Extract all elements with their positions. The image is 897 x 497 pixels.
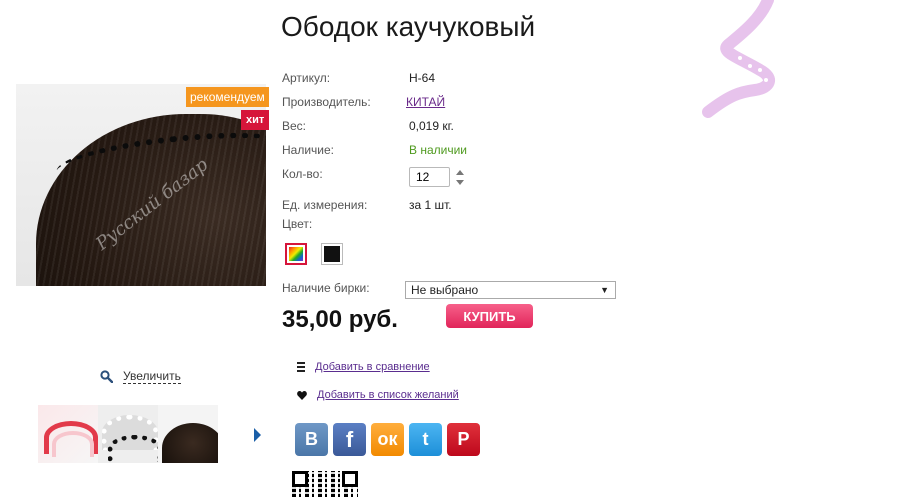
wishlist-action[interactable]: Добавить в список желаний: [297, 389, 459, 401]
thumbnail-3[interactable]: [158, 405, 218, 463]
manufacturer-label: Производитель:: [282, 95, 371, 109]
color-swatch-black[interactable]: [321, 243, 343, 265]
qr-corner-right: [342, 471, 358, 487]
availability-value: В наличии: [409, 143, 468, 157]
thumbnail-headband-black: [108, 435, 158, 462]
weight-label: Вес:: [282, 119, 307, 133]
recommend-badge: рекомендуем: [186, 87, 269, 107]
tag-label: Наличие бирки:: [282, 281, 370, 295]
product-title: Ободок каучуковый: [281, 11, 536, 42]
black-swatch-fill: [324, 246, 340, 262]
quantity-increase-icon[interactable]: [456, 170, 464, 175]
unit-value: за 1 шт.: [409, 198, 452, 212]
thumbnail-1[interactable]: [38, 405, 98, 463]
pinterest-share-icon[interactable]: P: [447, 423, 480, 456]
color-label: Цвет:: [282, 217, 313, 231]
odnoklassniki-share-icon[interactable]: ок: [371, 423, 404, 456]
dropdown-arrow-icon: ▼: [600, 285, 609, 295]
quantity-input[interactable]: [409, 167, 450, 187]
twitter-share-icon[interactable]: t: [409, 423, 442, 456]
compare-link[interactable]: Добавить в сравнение: [315, 361, 430, 373]
availability-label: Наличие:: [282, 143, 335, 157]
magnifier-icon: [100, 370, 113, 383]
ribbon-decoration: [702, 0, 775, 118]
thumbnails-next-arrow-icon[interactable]: [254, 428, 261, 442]
sku-value: H-64: [409, 71, 436, 85]
price: 35,00 руб.: [282, 306, 398, 333]
weight-value: 0,019 кг.: [409, 119, 454, 133]
tag-select[interactable]: Не выбрано ▼: [405, 281, 616, 299]
multicolor-swatch-fill: [289, 247, 303, 261]
qr-code: [292, 471, 358, 497]
qr-corner-left: [292, 471, 308, 487]
color-swatch-multicolor[interactable]: [285, 243, 307, 265]
product-main-image[interactable]: Русский базар: [16, 84, 266, 286]
quantity-label: Кол-во:: [282, 167, 323, 181]
compare-action[interactable]: Добавить в сравнение: [297, 361, 430, 373]
thumbnail-headband-pink: [52, 431, 94, 457]
vk-share-icon[interactable]: В: [295, 423, 328, 456]
zoom-label: Увеличить: [123, 369, 181, 384]
manufacturer-link[interactable]: КИТАЙ: [406, 95, 445, 109]
zoom-link[interactable]: Увеличить: [100, 369, 181, 384]
manufacturer-value[interactable]: КИТАЙ: [406, 95, 445, 109]
hit-badge: хит: [241, 110, 270, 130]
buy-button[interactable]: КУПИТЬ: [446, 304, 533, 328]
facebook-share-icon[interactable]: f: [333, 423, 366, 456]
heart-icon: [297, 390, 307, 400]
sku-label: Артикул:: [282, 71, 331, 85]
thumbnail-2[interactable]: [98, 405, 158, 463]
quantity-decrease-icon[interactable]: [456, 180, 464, 185]
tag-select-value: Не выбрано: [411, 283, 479, 297]
compare-icon: [297, 362, 305, 372]
wishlist-link[interactable]: Добавить в список желаний: [317, 389, 459, 401]
thumbnail-hair: [162, 423, 218, 463]
unit-label: Ед. измерения:: [282, 198, 368, 212]
